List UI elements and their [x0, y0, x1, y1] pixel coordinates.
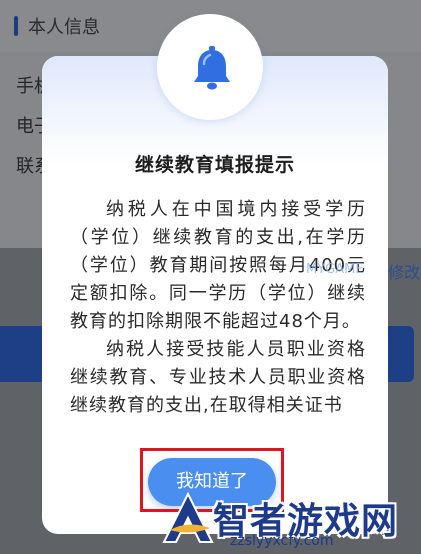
watermark-url: zzslyyxcfy.com [230, 533, 334, 549]
section-marker [14, 16, 18, 36]
watermark-logo-icon [160, 490, 216, 550]
submit-button-right[interactable] [386, 326, 414, 382]
scroll-fade [42, 408, 388, 448]
bell-icon [178, 46, 234, 94]
dialog-body[interactable]: 纳税人在中国境内接受学历（学位）继续教育的支出,在学历（学位）教育期间按照每月4… [70, 196, 366, 428]
edit-link[interactable]: 修改 [388, 259, 420, 283]
watermark-small-text: MYGAME [306, 262, 364, 277]
submit-button-left[interactable] [0, 326, 46, 382]
section-title: 本人信息 [28, 17, 100, 38]
dialog-title: 继续教育填报提示 [134, 154, 295, 176]
